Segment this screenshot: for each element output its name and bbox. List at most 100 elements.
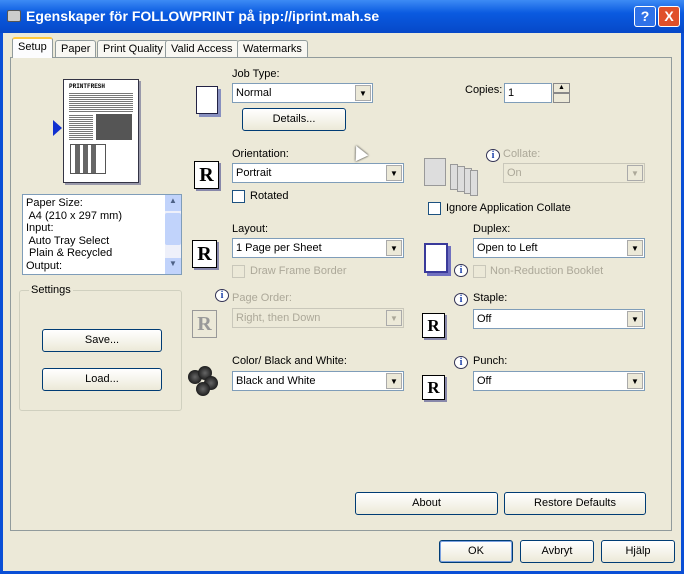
help-title-button[interactable]: ? <box>634 6 656 27</box>
page-preview: PRINTFRESH <box>63 79 139 183</box>
job-type-label: Job Type: <box>232 68 280 80</box>
ignore-collate-checkbox[interactable] <box>428 202 441 215</box>
summary-line: Auto Tray Select <box>26 234 110 247</box>
chevron-down-icon: ▼ <box>386 240 402 256</box>
tab-paper[interactable]: Paper <box>55 40 97 58</box>
summary-line: A4 (210 x 297 mm) <box>26 209 122 222</box>
selection-arrow-icon <box>53 120 62 136</box>
details-button[interactable]: Details... <box>242 108 346 131</box>
chevron-down-icon: ▼ <box>386 373 402 389</box>
collate-icon <box>424 158 478 196</box>
chevron-down-icon: ▼ <box>627 373 643 389</box>
tab-valid-access[interactable]: Valid Access <box>165 40 239 58</box>
scroll-thumb[interactable] <box>165 213 181 245</box>
summary-listbox[interactable]: Paper Size: A4 (210 x 297 mm) Input: Aut… <box>22 194 182 275</box>
orientation-value: Portrait <box>236 167 272 179</box>
non-reduction-booklet-label: Non-Reduction Booklet <box>490 265 604 277</box>
job-type-value: Normal <box>236 87 272 99</box>
page-order-value: Right, then Down <box>236 312 321 324</box>
staple-icon: R <box>422 313 445 338</box>
page-order-icon: R <box>192 310 217 338</box>
chevron-down-icon: ▼ <box>355 85 371 101</box>
scroll-down-icon[interactable]: ▼ <box>165 258 181 274</box>
layout-label: Layout: <box>232 223 269 235</box>
summary-line: Output: <box>26 259 63 272</box>
non-reduction-booklet-checkbox[interactable] <box>473 265 486 278</box>
preview-chart <box>70 144 106 174</box>
layout-select[interactable]: 1 Page per Sheet ▼ <box>232 238 404 258</box>
punch-label: Punch: <box>473 355 508 367</box>
tab-setup[interactable]: Setup <box>12 37 53 58</box>
info-icon[interactable]: i <box>486 149 500 162</box>
title-bar: Egenskaper för FOLLOWPRINT på ipp://ipri… <box>0 0 684 33</box>
copies-input[interactable]: 1 <box>504 83 552 103</box>
duplex-value: Open to Left <box>477 242 538 254</box>
job-type-select[interactable]: Normal ▼ <box>232 83 373 103</box>
save-button[interactable]: Save... <box>42 329 162 352</box>
layout-value: 1 Page per Sheet <box>236 242 322 254</box>
rotated-label: Rotated <box>250 190 289 202</box>
color-select[interactable]: Black and White ▼ <box>232 371 404 391</box>
summary-line: Paper Size: <box>26 197 83 209</box>
chevron-down-icon: ▼ <box>386 310 402 326</box>
load-button[interactable]: Load... <box>42 368 162 391</box>
preview-text <box>69 92 133 112</box>
punch-select[interactable]: Off ▼ <box>473 371 645 391</box>
preview-masthead: PRINTFRESH <box>69 83 106 90</box>
restore-defaults-button[interactable]: Restore Defaults <box>504 492 646 515</box>
window-title: Egenskaper för FOLLOWPRINT på ipp://ipri… <box>26 8 380 24</box>
layout-icon: R <box>192 240 217 268</box>
duplex-select[interactable]: Open to Left ▼ <box>473 238 645 258</box>
collate-value: On <box>507 167 522 179</box>
chevron-down-icon: ▼ <box>627 311 643 327</box>
collate-select[interactable]: On ▼ <box>503 163 645 183</box>
settings-title: Settings <box>29 284 73 296</box>
summary-line: Input: <box>26 222 54 234</box>
about-button[interactable]: About <box>355 492 498 515</box>
cancel-button[interactable]: Avbryt <box>520 540 594 563</box>
info-icon[interactable]: i <box>454 356 468 369</box>
close-button[interactable]: X <box>658 6 680 27</box>
color-value: Black and White <box>236 375 316 387</box>
punch-value: Off <box>477 375 492 387</box>
summary-scrollbar[interactable]: ▲ ▼ <box>165 195 181 274</box>
tab-print-quality[interactable]: Print Quality <box>97 40 169 58</box>
preview-photo <box>96 114 132 140</box>
info-icon[interactable]: i <box>454 264 468 277</box>
chevron-down-icon: ▼ <box>627 165 643 181</box>
collate-label: Collate: <box>503 148 541 160</box>
page-order-select[interactable]: Right, then Down ▼ <box>232 308 404 328</box>
staple-select[interactable]: Off ▼ <box>473 309 645 329</box>
staple-value: Off <box>477 313 492 325</box>
color-label: Color/ Black and White: <box>232 355 347 367</box>
copies-spinner[interactable]: ▲ <box>553 83 570 103</box>
orientation-select[interactable]: Portrait ▼ <box>232 163 404 183</box>
orientation-icon: R <box>194 161 219 189</box>
page-order-label: Page Order: <box>232 292 292 304</box>
punch-icon: R <box>422 375 445 400</box>
job-type-icon <box>196 86 218 114</box>
info-icon[interactable]: i <box>454 293 468 306</box>
info-icon[interactable]: i <box>215 289 229 302</box>
draw-frame-border-checkbox[interactable] <box>232 265 245 278</box>
color-icon <box>188 366 220 398</box>
staple-label: Staple: <box>473 292 508 304</box>
scroll-up-icon[interactable]: ▲ <box>165 195 181 211</box>
draw-frame-border-label: Draw Frame Border <box>250 265 347 277</box>
tab-watermarks[interactable]: Watermarks <box>237 40 308 58</box>
chevron-down-icon: ▼ <box>627 240 643 256</box>
summary-line: Plain & Recycled <box>26 247 113 259</box>
copies-label: Copies: <box>465 84 503 96</box>
spin-up-icon[interactable]: ▲ <box>553 83 570 93</box>
rotated-checkbox[interactable] <box>232 190 245 203</box>
chevron-down-icon: ▼ <box>386 165 402 181</box>
duplex-icon <box>424 243 448 273</box>
spin-down-icon[interactable] <box>553 93 570 103</box>
ok-button[interactable]: OK <box>439 540 513 563</box>
orientation-label: Orientation: <box>232 148 289 160</box>
help-button[interactable]: Hjälp <box>601 540 675 563</box>
preview-column <box>69 114 93 140</box>
printer-icon <box>7 10 21 22</box>
duplex-label: Duplex: <box>473 223 511 235</box>
ignore-collate-label: Ignore Application Collate <box>446 202 571 214</box>
